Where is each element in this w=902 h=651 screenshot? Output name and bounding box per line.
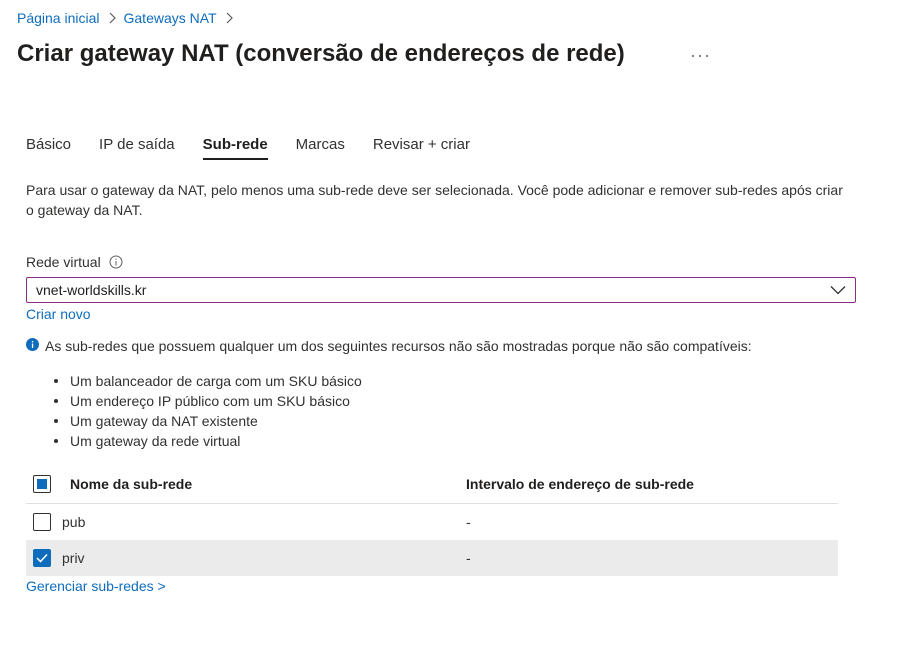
list-item: Um endereço IP público com um SKU básico [52,391,362,411]
subnet-table: Nome da sub-rede Intervalo de endereço d… [26,465,838,576]
note-text: As sub-redes que possuem qualquer um dos… [45,338,752,354]
list-item: Um balanceador de carga com um SKU básic… [52,371,362,391]
breadcrumb: Página inicial Gateways NAT [17,10,241,26]
tab-basics[interactable]: Básico [26,136,71,160]
subnet-range: - [466,550,471,566]
row-checkbox[interactable] [33,549,51,567]
create-new-link[interactable]: Criar novo [26,306,91,322]
chevron-right-icon [225,12,233,24]
vnet-selected-value: vnet-worldskills.kr [36,282,147,298]
subnet-description: Para usar o gateway da NAT, pelo menos u… [26,182,843,218]
vnet-dropdown[interactable]: vnet-worldskills.kr [26,277,856,303]
row-checkbox[interactable] [33,513,51,531]
list-item: Um gateway da rede virtual [52,431,362,451]
column-header-range: Intervalo de endereço de sub-rede [466,476,694,492]
info-filled-icon [26,338,39,354]
breadcrumb-home-link[interactable]: Página inicial [17,10,100,26]
table-row[interactable]: priv - [26,540,838,576]
table-row[interactable]: pub - [26,504,838,540]
row-name-cell: pub [26,513,466,531]
list-item: Um gateway da NAT existente [52,411,362,431]
header-name-cell: Nome da sub-rede [26,475,466,493]
checkmark-icon [36,553,48,563]
compatibility-note: As sub-redes que possuem qualquer um dos… [26,338,752,354]
subnet-name: pub [62,514,86,530]
tab-tags[interactable]: Marcas [296,136,345,160]
tab-review-create[interactable]: Revisar + criar [373,136,470,160]
table-header: Nome da sub-rede Intervalo de endereço d… [26,465,838,504]
subnet-range: - [466,514,471,530]
vnet-label-row: Rede virtual [26,254,123,270]
page-title: Criar gateway NAT (conversão de endereço… [17,40,625,67]
row-name-cell: priv [26,549,466,567]
select-all-checkbox[interactable] [33,475,51,493]
breadcrumb-nat-gateways-link[interactable]: Gateways NAT [124,10,217,26]
ellipsis-icon[interactable] [692,49,708,63]
tab-outbound-ip[interactable]: IP de saída [99,136,175,160]
chevron-right-icon [108,12,116,24]
info-icon[interactable] [109,255,123,269]
vnet-label: Rede virtual [26,254,101,270]
subnet-name: priv [62,550,85,566]
incompatible-resources-list: Um balanceador de carga com um SKU básic… [52,371,362,451]
chevron-down-icon [830,282,846,298]
manage-subnets-link[interactable]: Gerenciar sub-redes > [26,578,166,594]
column-header-name: Nome da sub-rede [70,476,193,492]
tab-subnet[interactable]: Sub-rede [202,136,268,160]
tab-bar: Básico IP de saída Sub-rede Marcas Revis… [26,136,498,160]
